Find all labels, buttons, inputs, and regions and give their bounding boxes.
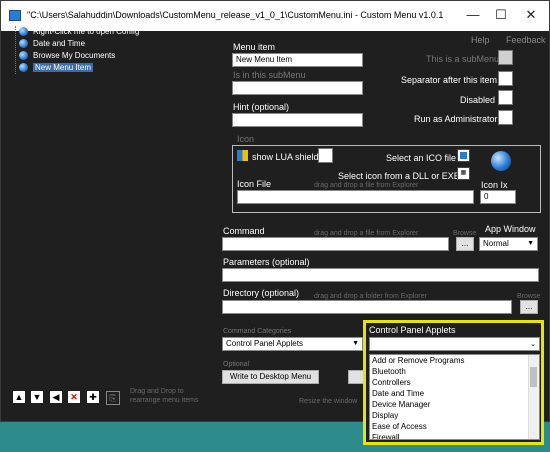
chevron-down-icon: ⌄ xyxy=(530,341,536,348)
drag-drop-hint: Drag and Drop to rearrange menu items xyxy=(130,388,199,404)
separator-checkbox[interactable] xyxy=(498,71,513,86)
tree-item[interactable]: Right-Click me to open Config xyxy=(13,26,228,38)
menu-help[interactable]: Help xyxy=(471,35,490,45)
minimize-button[interactable]: — xyxy=(459,6,487,24)
add-icon[interactable]: ✚ xyxy=(87,391,99,403)
list-item[interactable]: Display xyxy=(370,410,539,421)
globe-icon xyxy=(19,63,28,72)
hint-label: Hint (optional) xyxy=(233,102,290,112)
applet-list[interactable]: Add or Remove Programs Bluetooth Control… xyxy=(369,354,540,440)
browse2-label: Browse xyxy=(517,293,541,300)
parameters-label: Parameters (optional) xyxy=(223,257,310,267)
list-item[interactable]: Ease of Access xyxy=(370,421,539,432)
menu-item-label: Menu item xyxy=(233,42,276,52)
scrollbar-thumb[interactable] xyxy=(530,367,537,387)
icon-ix-label: Icon Ix xyxy=(481,180,508,190)
command-hint: drag and drop a file from Explorer xyxy=(314,230,419,237)
menu-tree[interactable]: Right-Click me to open Config Date and T… xyxy=(13,26,228,74)
show-lua-label: show LUA shield xyxy=(252,152,319,162)
directory-hint: drag and drop a folder from Explorer xyxy=(314,293,427,300)
disabled-checkbox[interactable] xyxy=(498,90,513,105)
parameters-input[interactable] xyxy=(222,268,539,282)
optional-label: Optional xyxy=(223,361,250,368)
extra-button[interactable] xyxy=(348,370,364,384)
app-window-select[interactable]: Normal ▼ xyxy=(479,237,538,251)
browse-label: Browse xyxy=(453,230,477,237)
category-dropdown-popup: Control Panel Applets ⌄ Add or Remove Pr… xyxy=(363,320,544,445)
globe-icon xyxy=(19,51,28,60)
list-item[interactable]: Date and Time xyxy=(370,388,539,399)
list-item[interactable]: Device Manager xyxy=(370,399,539,410)
icon-ix-spinner[interactable]: 0 xyxy=(480,190,516,204)
icon-preview xyxy=(491,151,511,171)
ico-file-button[interactable] xyxy=(457,149,470,162)
write-desktop-button[interactable]: Write to Desktop Menu xyxy=(222,370,319,384)
app-icon xyxy=(9,10,21,21)
copy-icon[interactable]: ⎘ xyxy=(106,391,120,405)
chevron-down-icon: ▼ xyxy=(352,340,359,347)
move-down-icon[interactable]: ▼ xyxy=(31,391,43,403)
show-lua-checkbox[interactable] xyxy=(318,148,333,163)
submenu-checkbox[interactable] xyxy=(498,50,513,65)
app-window-label: App Window xyxy=(485,224,536,234)
is-in-submenu-label: Is in this subMenu xyxy=(233,70,306,80)
separator-label: Separator after this item xyxy=(401,75,498,85)
close-button[interactable]: ✕ xyxy=(517,6,545,24)
move-up-icon[interactable]: ▲ xyxy=(13,391,25,403)
resize-hint: Resize the window xyxy=(299,398,358,405)
icon-file-label: Icon File xyxy=(237,179,272,189)
applet-select[interactable]: ⌄ xyxy=(369,337,540,351)
list-item[interactable]: Controllers xyxy=(370,377,539,388)
chevron-down-icon: ▼ xyxy=(527,240,534,247)
menu-feedback[interactable]: Feedback xyxy=(506,35,546,45)
browse-command-button[interactable]: ... xyxy=(456,237,474,251)
this-is-submenu-label: This is a subMenu xyxy=(426,54,500,64)
list-scrollbar[interactable] xyxy=(528,355,539,439)
icon-file-input[interactable] xyxy=(237,190,474,204)
tree-item[interactable]: Browse My Documents xyxy=(13,50,228,62)
list-item[interactable]: Firewall xyxy=(370,432,539,439)
select-dll-label: Select icon from a DLL or EXE xyxy=(338,171,460,181)
command-input[interactable] xyxy=(222,237,449,251)
hint-input[interactable] xyxy=(232,113,363,127)
icon-group-label: Icon xyxy=(237,134,255,144)
browse-directory-button[interactable]: ... xyxy=(520,300,538,314)
globe-icon xyxy=(19,39,28,48)
delete-icon[interactable]: ✕ xyxy=(68,391,80,403)
command-categories-select[interactable]: Control Panel Applets ▼ xyxy=(222,337,363,351)
list-item[interactable]: Bluetooth xyxy=(370,366,539,377)
list-item[interactable]: Add or Remove Programs xyxy=(370,355,539,366)
select-ico-label: Select an ICO file xyxy=(386,153,457,163)
tree-item[interactable]: Date and Time xyxy=(13,38,228,50)
submenu-input[interactable] xyxy=(232,81,363,95)
popup-title: Control Panel Applets xyxy=(369,325,456,335)
icon-file-hint: drag and drop a file from Explorer xyxy=(314,182,419,189)
dll-grid-icon[interactable]: ▦ xyxy=(457,167,470,180)
directory-input[interactable] xyxy=(222,300,512,314)
menu-item-input[interactable]: New Menu Item xyxy=(232,53,363,67)
shield-icon xyxy=(237,150,248,161)
directory-label: Directory (optional) xyxy=(223,288,300,298)
globe-icon xyxy=(19,27,28,36)
tree-item-selected[interactable]: New Menu Item xyxy=(13,62,228,74)
maximize-button[interactable]: ☐ xyxy=(487,6,515,24)
run-as-admin-label: Run as Administrator xyxy=(414,114,498,124)
window-title: "C:\Users\Salahuddin\Downloads\CustomMen… xyxy=(27,10,444,20)
run-as-admin-checkbox[interactable] xyxy=(498,110,513,125)
command-label: Command xyxy=(223,226,265,236)
move-left-icon[interactable]: ◀ xyxy=(50,391,62,403)
disabled-label: Disabled xyxy=(460,95,496,105)
command-categories-label: Command Categories xyxy=(223,328,292,335)
